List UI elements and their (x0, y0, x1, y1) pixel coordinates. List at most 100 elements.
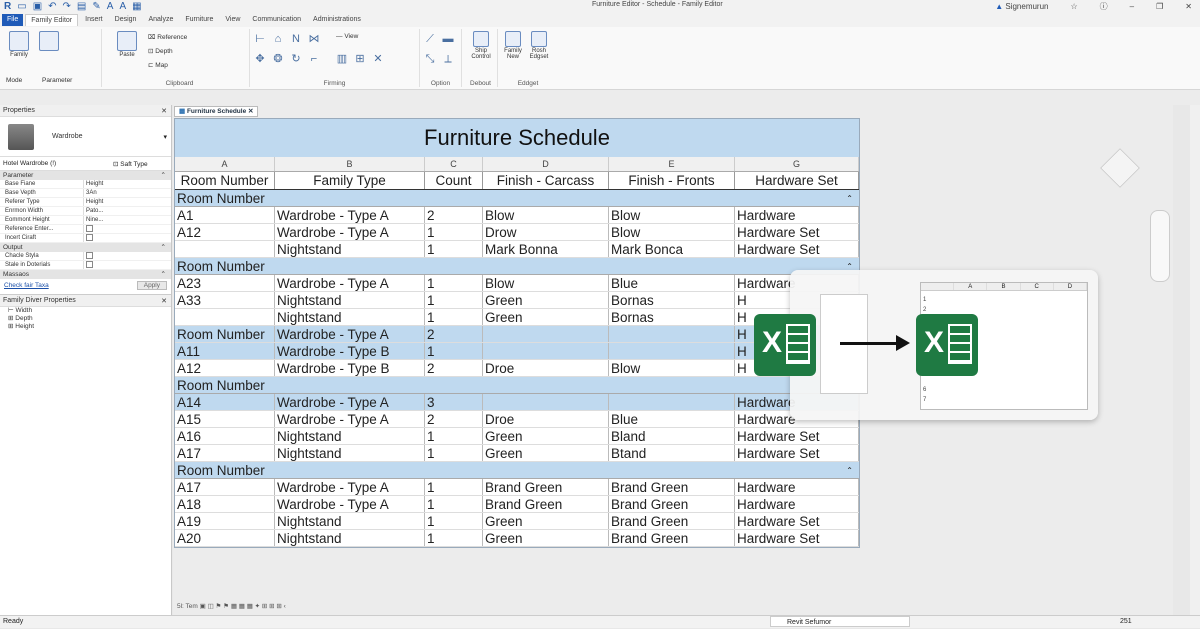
table-cell[interactable]: A12 (175, 224, 275, 240)
redo-icon[interactable]: ↷ (63, 1, 71, 12)
paste-button[interactable]: Paste (116, 31, 138, 58)
collapse-icon[interactable]: ⌃ (161, 243, 166, 252)
family-new-button[interactable]: Family New (502, 31, 524, 60)
move-icon[interactable]: ✥ (254, 53, 266, 65)
tab-administrations[interactable]: Administrations (308, 14, 366, 26)
column-header[interactable]: Count (425, 172, 483, 189)
table-row[interactable]: A17 Wardrobe - Type A 1 Brand Green Brand Gr… (175, 479, 859, 496)
table-cell[interactable]: 1 (425, 513, 483, 529)
table-row[interactable]: A20 Nightstand 1 Green Brand Green Hardware S… (175, 530, 859, 547)
view-selector[interactable]: Revit Sefumor (770, 616, 910, 627)
table-row[interactable]: A33 Nightstand 1 Green Bornas H (175, 292, 859, 309)
table-cell[interactable]: 1 (425, 224, 483, 240)
tree-item-height[interactable]: ⊞ Height (0, 323, 171, 331)
table-cell[interactable] (609, 394, 735, 410)
wall-icon[interactable]: ⌂ (272, 33, 284, 45)
tab-communication[interactable]: Communication (247, 14, 306, 26)
table-cell[interactable]: Nightstand (275, 241, 425, 257)
option-line-icon[interactable]: ⟋ (424, 33, 436, 45)
table-cell[interactable]: Brand Green (609, 513, 735, 529)
table-row[interactable]: A1 Wardrobe - Type A 2 Blow Blow Hardware (175, 207, 859, 224)
property-value[interactable] (83, 225, 161, 233)
mirror-icon[interactable]: ⌐ (308, 53, 320, 65)
table-cell[interactable]: Hardware Set (735, 428, 859, 444)
depth-button[interactable]: ⊡ Depth (148, 47, 173, 55)
group-header[interactable]: Room Number⌃ (175, 258, 859, 275)
table-cell[interactable]: A11 (175, 343, 275, 359)
table-cell[interactable]: Droe (483, 360, 609, 376)
modify-button[interactable]: Family (8, 31, 30, 58)
table-cell[interactable] (175, 309, 275, 325)
help-icon[interactable]: ⓘ (1100, 1, 1108, 12)
column-header[interactable]: Finish - Fronts (609, 172, 735, 189)
option-angle-icon[interactable]: ⟂ (442, 53, 454, 65)
table-cell[interactable]: Nightstand (275, 445, 425, 461)
view-scale[interactable]: 5l: Tem (177, 603, 198, 610)
table-cell[interactable]: Brand Green (609, 530, 735, 546)
table-cell[interactable]: 1 (425, 241, 483, 257)
table-cell[interactable]: 2 (425, 411, 483, 427)
table-cell[interactable]: Bornas (609, 292, 735, 308)
column-header[interactable]: Finish - Carcass (483, 172, 609, 189)
table-cell[interactable]: A15 (175, 411, 275, 427)
group-header[interactable]: Room Number⌃ (175, 462, 859, 479)
property-section[interactable]: Parameter ⌃ (0, 171, 171, 180)
star-icon[interactable]: ☆ (1071, 2, 1078, 11)
restore-icon[interactable]: ❐ (1156, 2, 1163, 11)
view-button[interactable]: — View (336, 33, 358, 40)
table-cell[interactable]: Wardrobe - Type A (275, 326, 425, 342)
table-cell[interactable]: Bornas (609, 309, 735, 325)
app-logo-icon[interactable]: R (4, 1, 11, 12)
checkbox[interactable] (86, 261, 93, 268)
collapse-icon[interactable]: ⌃ (846, 462, 853, 479)
checkbox[interactable] (86, 252, 93, 259)
table-cell[interactable] (483, 343, 609, 359)
tab-analyze[interactable]: Analyze (143, 14, 178, 26)
table-cell[interactable]: 1 (425, 292, 483, 308)
checkbox[interactable] (86, 225, 93, 232)
table-cell[interactable]: Wardrobe - Type A (275, 496, 425, 512)
checkbox[interactable] (86, 234, 93, 241)
table-cell[interactable]: Hardware (735, 496, 859, 512)
table-cell[interactable]: Wardrobe - Type A (275, 275, 425, 291)
tab-family-editor[interactable]: Family Editor (25, 14, 79, 26)
open-icon[interactable]: ▭ (17, 1, 26, 12)
table-cell[interactable]: Blow (609, 224, 735, 240)
table-cell[interactable]: Brand Green (483, 479, 609, 495)
table-cell[interactable]: 2 (425, 207, 483, 223)
table-cell[interactable]: A16 (175, 428, 275, 444)
column-header[interactable]: Room Number (175, 172, 275, 189)
column-letter[interactable]: B (275, 157, 425, 171)
table-cell[interactable]: 2 (425, 326, 483, 342)
tab-view[interactable]: View (220, 14, 245, 26)
edit-type-button[interactable]: ⊡ Saft Type (113, 160, 148, 168)
table-cell[interactable]: Room Number (175, 326, 275, 342)
table-cell[interactable]: Green (483, 513, 609, 529)
table-cell[interactable] (175, 241, 275, 257)
table-cell[interactable]: Btand (609, 445, 735, 461)
property-value[interactable]: Height (83, 198, 161, 206)
close-icon[interactable]: ✕ (161, 297, 167, 305)
table-cell[interactable]: Green (483, 292, 609, 308)
group-header[interactable]: Room Number⌃ (175, 377, 859, 394)
measure-icon[interactable]: ✎ (92, 1, 100, 12)
trim-icon[interactable]: ⋈ (308, 33, 320, 45)
chevron-down-icon[interactable]: ▾ (163, 133, 167, 141)
table-cell[interactable]: Hardware Set (735, 445, 859, 461)
table-row[interactable]: A19 Nightstand 1 Green Brand Green Hardware S… (175, 513, 859, 530)
table-cell[interactable]: Green (483, 530, 609, 546)
table-cell[interactable]: A1 (175, 207, 275, 223)
ship-control-button[interactable]: Ship Control (470, 31, 492, 60)
parameter-label[interactable]: Parameter (42, 77, 72, 84)
table-cell[interactable]: Green (483, 428, 609, 444)
table-cell[interactable]: Blow (483, 207, 609, 223)
table-cell[interactable]: Wardrobe - Type A (275, 394, 425, 410)
table-cell[interactable]: Hardware Set (735, 241, 859, 257)
collapse-icon[interactable]: ⌃ (161, 171, 166, 180)
table-row[interactable]: A23 Wardrobe - Type A 1 Blow Blue Hardware (175, 275, 859, 292)
table-cell[interactable]: 1 (425, 479, 483, 495)
table-cell[interactable]: A17 (175, 445, 275, 461)
table-cell[interactable]: Wardrobe - Type A (275, 207, 425, 223)
group-header[interactable]: Room Number⌃ (175, 190, 859, 207)
table-row[interactable]: A14 Wardrobe - Type A 3 Hardware (175, 394, 859, 411)
